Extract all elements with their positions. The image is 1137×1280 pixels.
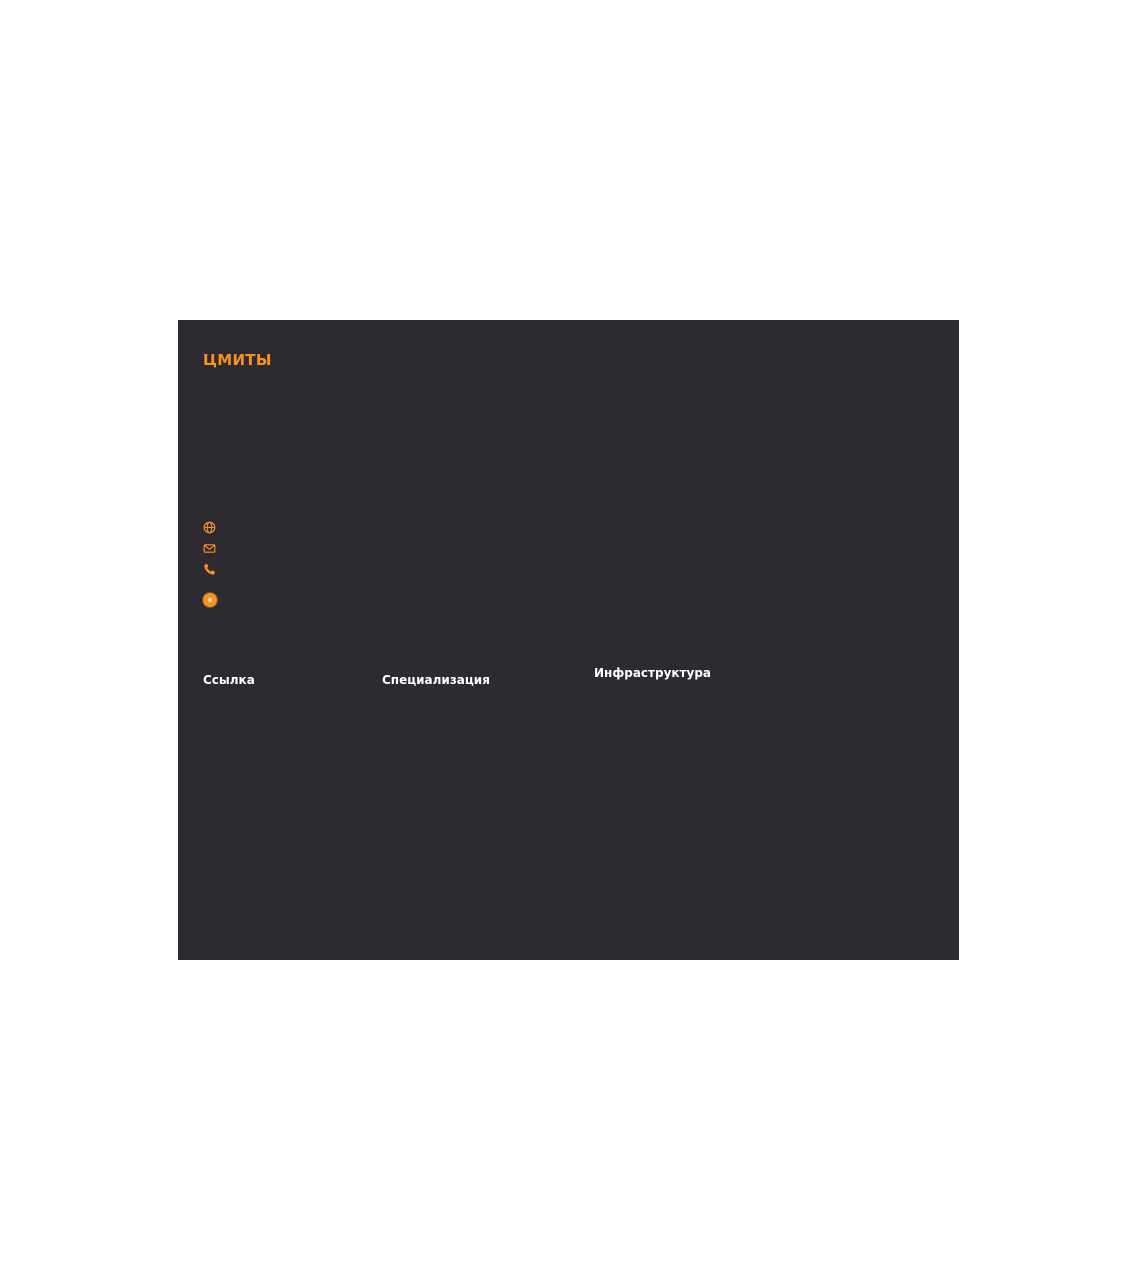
infrastructure-label: Инфраструктура — [594, 666, 712, 680]
brand-title: ЦМИТЫ — [203, 351, 272, 369]
globe-icon[interactable] — [203, 521, 216, 534]
info-card: ЦМИТЫ Ссылка Специализация Инфраструктур… — [178, 320, 959, 960]
radio-dot-icon[interactable] — [203, 593, 217, 607]
link-label: Ссылка — [203, 673, 255, 687]
phone-icon[interactable] — [203, 563, 216, 576]
specialization-label: Специализация — [382, 673, 490, 687]
mail-icon[interactable] — [203, 542, 216, 555]
